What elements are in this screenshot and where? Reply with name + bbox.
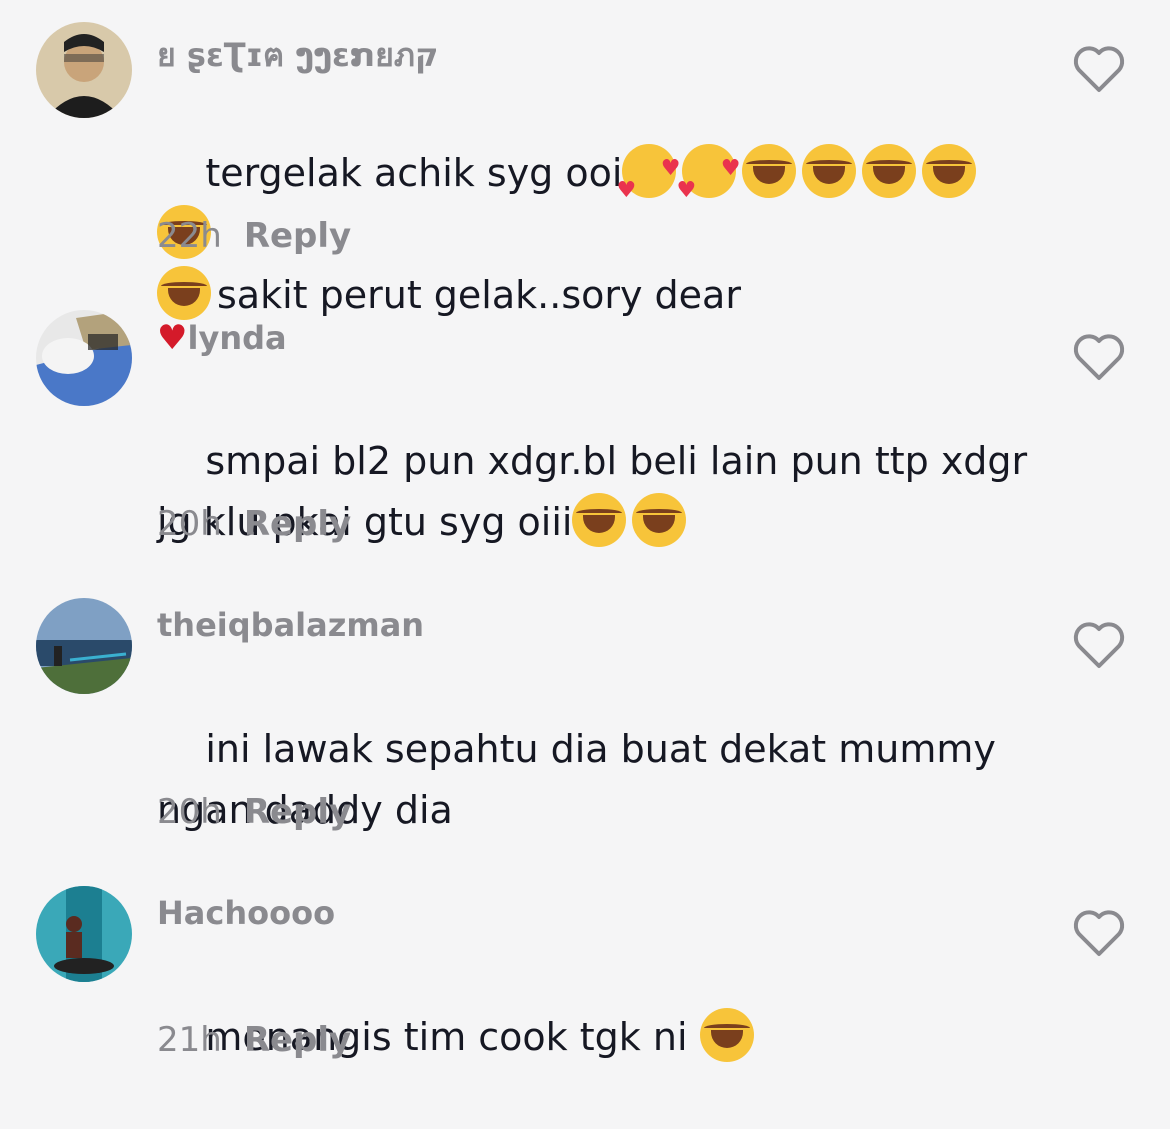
avatar[interactable] xyxy=(36,310,132,406)
reply-button[interactable]: Reply xyxy=(244,216,351,256)
tears-of-joy-icon xyxy=(922,144,977,198)
comment-text-line1: tergelak achik syg ooi xyxy=(205,151,623,195)
avatar[interactable] xyxy=(36,598,132,694)
reply-button[interactable]: Reply xyxy=(244,1020,351,1060)
username-text: lynda xyxy=(187,319,287,357)
comment-meta: 21h Reply xyxy=(157,1020,351,1060)
timestamp: 21h xyxy=(157,1020,222,1060)
smiling-face-with-hearts-icon xyxy=(676,138,740,221)
comment-meta: 22h Reply xyxy=(157,216,351,256)
like-heart-icon[interactable] xyxy=(1072,332,1126,382)
like-heart-icon[interactable] xyxy=(1072,908,1126,958)
username[interactable]: ย ʂɛƮɪฅ ງງɛກยภק xyxy=(157,30,438,81)
tears-of-joy-icon xyxy=(572,493,627,547)
tears-of-joy-icon xyxy=(699,1008,754,1062)
avatar[interactable] xyxy=(36,886,132,982)
avatar[interactable] xyxy=(36,22,132,118)
comment-text-line2: sakit perut gelak..sory dear xyxy=(217,273,741,317)
comment-text-line1: smpai bl2 pun xdgr.bl beli lain pun ttp … xyxy=(205,439,1028,483)
comment-text: smpai bl2 pun xdgr.bl beli lain pun ttp … xyxy=(157,370,1037,614)
heart-emoji-icon: ♥ xyxy=(157,318,188,358)
timestamp: 20h xyxy=(157,792,222,832)
timestamp: 20h xyxy=(157,504,222,544)
username[interactable]: theiqbalazman xyxy=(157,606,424,644)
comment-meta: 20h Reply xyxy=(157,792,351,832)
timestamp: 22h xyxy=(157,216,222,256)
smiling-face-with-hearts-icon xyxy=(616,138,680,221)
tears-of-joy-icon xyxy=(862,144,917,198)
comment-meta: 20h Reply xyxy=(157,504,351,544)
like-heart-icon[interactable] xyxy=(1072,620,1126,670)
tears-of-joy-icon xyxy=(632,493,687,547)
reply-button[interactable]: Reply xyxy=(244,792,351,832)
tears-of-joy-icon xyxy=(742,144,797,198)
username[interactable]: Hachoooo xyxy=(157,894,335,932)
tears-of-joy-icon xyxy=(802,144,857,198)
comment-text-line1: ini lawak sepahtu dia buat dekat mummy xyxy=(205,727,996,771)
comment-text: ini lawak sepahtu dia buat dekat mummy ng… xyxy=(157,658,1037,902)
username[interactable]: ♥lynda xyxy=(157,318,287,358)
tears-of-joy-icon xyxy=(157,266,211,320)
like-heart-icon[interactable] xyxy=(1072,44,1126,94)
reply-button[interactable]: Reply xyxy=(244,504,351,544)
